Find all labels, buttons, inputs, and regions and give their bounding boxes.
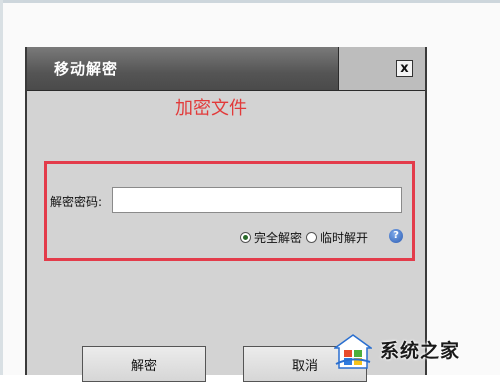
- radio-temp-unlock[interactable]: [306, 231, 318, 243]
- watermark-text: 系统之家: [380, 340, 461, 362]
- radio-full-decrypt-label[interactable]: 完全解密: [254, 229, 302, 246]
- password-input[interactable]: [112, 187, 402, 213]
- windows-house-logo-icon: [334, 334, 372, 369]
- decrypt-button[interactable]: 解密: [82, 346, 206, 382]
- dialog-title: 移动解密: [54, 60, 119, 78]
- page-right-margin: [427, 47, 500, 375]
- page-top-border: [0, 0, 500, 3]
- dialog-titlebar[interactable]: 移动解密 x: [27, 47, 425, 91]
- radio-temp-unlock-label[interactable]: 临时解开: [320, 229, 368, 246]
- titlebar-right-area: x: [338, 47, 425, 90]
- help-icon[interactable]: ?: [389, 229, 403, 243]
- decrypt-mode-group: 完全解密 临时解开: [240, 228, 372, 246]
- close-button[interactable]: x: [396, 60, 413, 77]
- annotation-title: 加密文件: [175, 98, 247, 119]
- decrypt-dialog: 移动解密 x 加密文件 解密密码: 完全解密 临时解开 ? 解密 取消: [25, 47, 427, 382]
- page-background: 移动解密 x 加密文件 解密密码: 完全解密 临时解开 ? 解密 取消 系统之家: [0, 0, 500, 382]
- page-left-border: [0, 0, 3, 375]
- close-icon: x: [400, 61, 409, 76]
- watermark: 系统之家: [330, 330, 500, 375]
- radio-full-decrypt[interactable]: [240, 231, 251, 243]
- password-label: 解密密码:: [50, 195, 103, 209]
